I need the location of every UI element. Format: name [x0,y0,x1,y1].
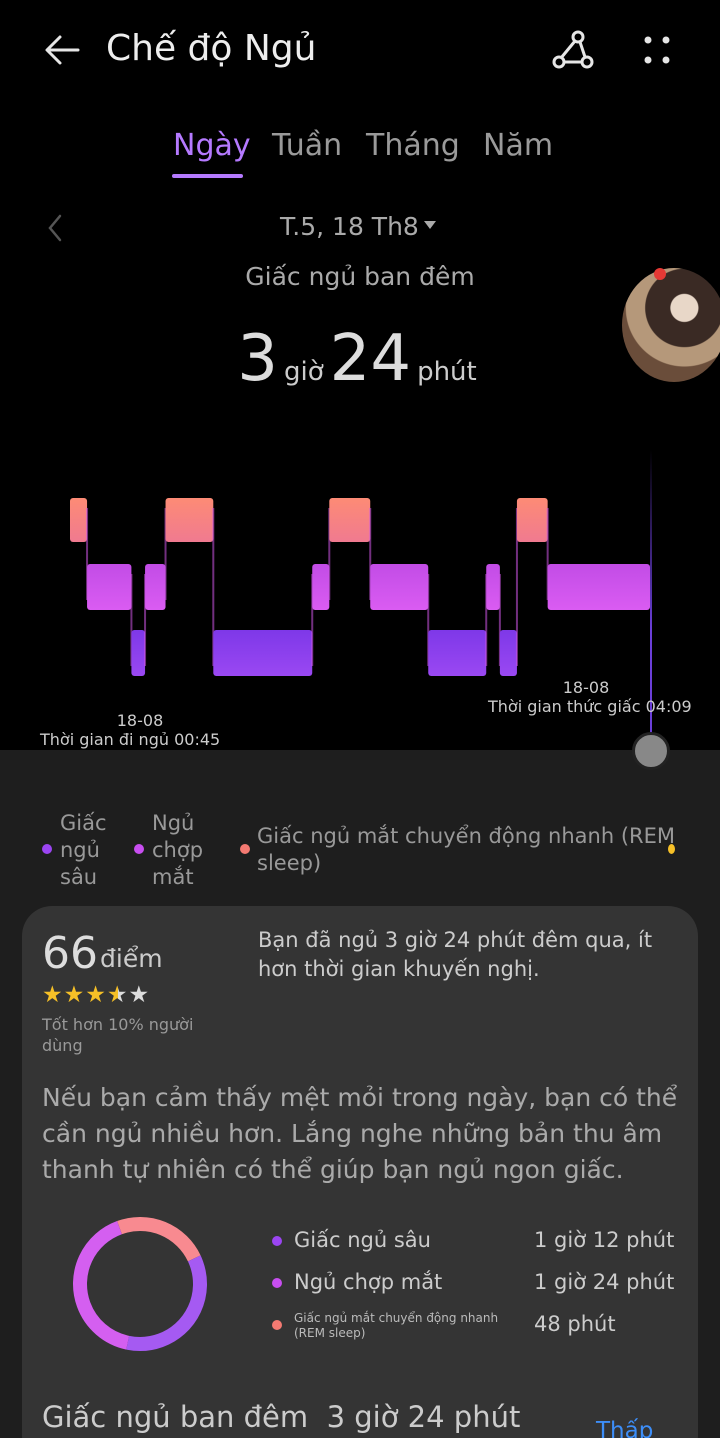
sleep-score-value: 66 [42,928,98,979]
sleep-time-text: Thời gian đi ngủ 00:45 [40,730,221,749]
legend-rem-sleep: Giấc ngủ mắt chuyển động nhanh (REM slee… [257,824,676,875]
tab-year[interactable]: Năm [483,128,553,163]
more-options-icon[interactable] [640,30,674,70]
sleep-segment-light [486,564,500,610]
top-bar: Chế độ Ngủ [0,0,720,100]
sleep-segment-deep [499,630,517,676]
night-sleep-label: Giấc ngủ ban đêm [42,1400,309,1434]
night-sleep-value: 3 giờ 24 phút [326,1400,521,1434]
sleep-segment-rem [165,498,214,542]
date-selector[interactable]: T.5, 18 Th8 [280,212,419,241]
tab-month[interactable]: Tháng [366,128,460,163]
page-title: Chế độ Ngủ [106,28,317,69]
advice-text: Nếu bạn cảm thấy mệt mỏi trong ngày, bạn… [42,1083,678,1184]
star-icon: ★ [85,982,107,1008]
tab-day[interactable]: Ngày [173,128,251,163]
wake-time-label: 18-08 Thời gian thức giấc 04:09 [488,678,692,716]
summary-text: Bạn đã ngủ 3 giờ 24 phút đêm qua, ít hơn… [258,928,653,981]
sleep-segment-rem [516,498,548,542]
sleep-type-label: Giấc ngủ ban đêm [245,262,475,291]
sleep-segment-light [312,564,330,610]
star-icon: ★ [63,982,86,1008]
breakdown-deep-label: Giấc ngủ sâu [294,1228,431,1252]
sleep-segment-deep [131,630,146,676]
sleep-segment-light [145,564,166,610]
night-sleep-section-title: Giấc ngủ ban đêm 3 giờ 24 phút [42,1400,520,1434]
breakdown-deep-dot [272,1236,282,1246]
previous-day-icon[interactable] [44,212,68,244]
back-arrow-icon[interactable] [40,28,84,72]
wake-time-date: 18-08 [562,678,610,697]
half-star-icon: ★ [106,982,129,1008]
sleep-segment-deep [428,630,487,676]
breakdown-light-dot [272,1278,282,1288]
notification-dot [654,268,666,280]
sleep-segment-light [370,564,429,610]
sleep-time-label: 18-08 Thời gian đi ngủ 00:45 [40,711,240,749]
wake-time-text: Thời gian thức giấc 04:09 [488,697,692,716]
breakdown-rem-value: 48 phút [534,1312,616,1336]
total-sleep-duration: 3 giờ24 phút [0,322,720,396]
sleep-breakdown-donut [73,1216,207,1351]
donut-slice-1 [73,1216,207,1351]
sleep-segment-rem [329,498,371,542]
sleep-segment-rem [70,498,88,542]
legend-light-sleep: Ngủ chợp mắt [152,811,204,889]
period-tabs: Ngày Tuần Tháng Năm [0,128,720,188]
legend-deep-dot [42,844,52,854]
active-tab-indicator [172,174,243,178]
scroll-handle[interactable] [632,732,670,770]
share-icon[interactable] [552,30,594,70]
duration-hours-unit: giờ [283,357,324,387]
sleep-segment-deep [213,630,313,676]
floating-avatar[interactable] [622,268,720,382]
legend-light-dot [134,844,144,854]
star-rating: ★★★★★ [42,982,150,1008]
empty-star-icon: ★ [128,982,151,1008]
breakdown-light-value: 1 giờ 24 phút [534,1270,675,1294]
donut-slice-2 [73,1216,207,1351]
sleep-time-date: 18-08 [116,711,164,730]
sleep-segment-light [87,564,132,610]
legend-deep-sleep: Giấc ngủ sâu [60,811,107,889]
breakdown-rem-dot [272,1320,282,1330]
duration-minutes: 24 [329,322,412,396]
dropdown-caret-icon[interactable] [424,221,436,229]
star-icon: ★ [42,982,64,1008]
legend-rem-dot [240,844,250,854]
comparison-text: Tốt hơn 10% người dùng [42,1015,194,1055]
breakdown-rem-label: Giấc ngủ mắt chuyển động nhanh (REM slee… [294,1311,499,1340]
donut-slice-0 [73,1216,207,1351]
breakdown-light-label: Ngủ chợp mắt [294,1270,443,1294]
duration-minutes-unit: phút [417,357,477,387]
tab-week[interactable]: Tuần [272,128,342,163]
legend-overflow-dot [668,844,675,854]
sleep-score-unit: điểm [100,944,163,973]
duration-hours: 3 [237,322,278,396]
night-sleep-rating-link[interactable]: Thấp [596,1418,653,1438]
breakdown-deep-value: 1 giờ 12 phút [534,1228,675,1252]
sleep-segment-light [547,564,650,610]
